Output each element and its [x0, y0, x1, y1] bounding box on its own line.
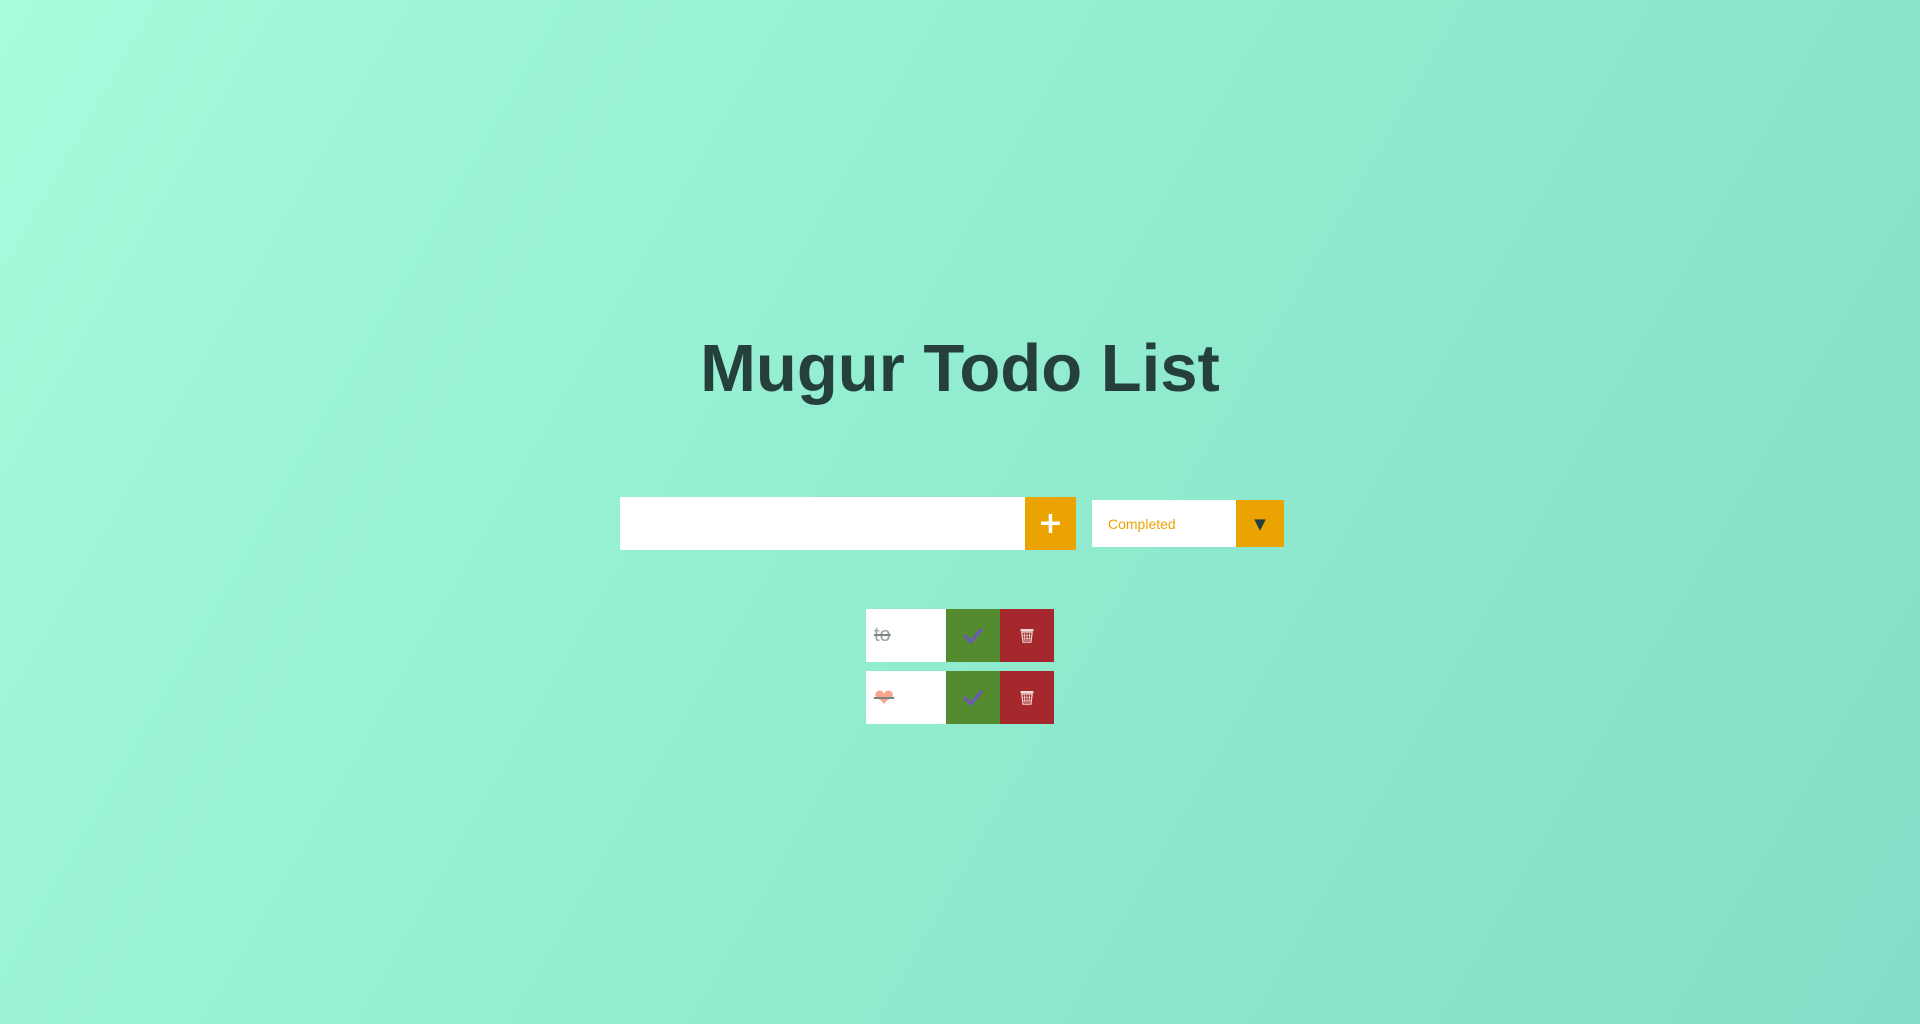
todo-text: to	[866, 609, 946, 662]
filter-selected-value: Completed	[1092, 500, 1236, 547]
todo-item: ❤	[866, 671, 1054, 724]
todo-input[interactable]	[620, 497, 1025, 550]
complete-button[interactable]	[946, 609, 1000, 662]
filter-select[interactable]: Completed ▼	[1092, 500, 1284, 547]
trash-icon	[1020, 691, 1034, 705]
plus-icon: +	[1037, 505, 1064, 541]
dropdown-arrow-icon: ▼	[1236, 500, 1284, 547]
heart-emoji: ❤	[874, 683, 895, 712]
check-icon	[963, 689, 983, 706]
complete-button[interactable]	[946, 671, 1000, 724]
add-todo-button[interactable]: +	[1025, 497, 1076, 550]
page-title: Mugur Todo List	[700, 331, 1220, 406]
delete-button[interactable]	[1000, 609, 1054, 662]
delete-button[interactable]	[1000, 671, 1054, 724]
todo-text: ❤	[866, 671, 946, 724]
trash-icon	[1020, 629, 1034, 643]
todo-item: to	[866, 609, 1054, 662]
todo-list: to ❤	[866, 609, 1054, 733]
check-icon	[963, 627, 983, 644]
